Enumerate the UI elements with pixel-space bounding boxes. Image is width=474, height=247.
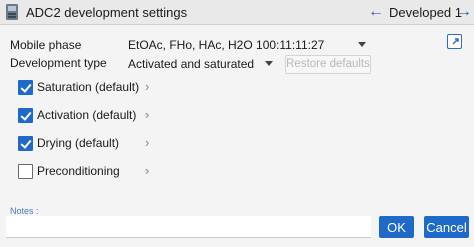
step-label: Saturation (default)	[37, 80, 140, 94]
chevron-right-icon[interactable]: ›	[145, 107, 149, 122]
checkbox-preconditioning[interactable]	[18, 164, 33, 179]
window-title: ADC2 development settings	[26, 5, 188, 20]
chevron-right-icon[interactable]: ›	[145, 163, 149, 178]
mobile-phase-select[interactable]: EtOAc, FHo, HAc, H2O 100:11:11:27	[128, 36, 368, 54]
checkbox-activation[interactable]	[18, 108, 33, 123]
chevron-right-icon[interactable]: ›	[145, 79, 149, 94]
development-type-label: Development type	[10, 56, 107, 70]
step-label: Activation (default)	[37, 108, 137, 122]
step-label: Drying (default)	[37, 136, 120, 150]
app-device-icon	[6, 4, 18, 20]
development-type-select[interactable]: Activated and saturated	[128, 55, 278, 73]
previous-arrow-icon[interactable]: ←	[367, 4, 385, 20]
development-type-value: Activated and saturated	[128, 57, 255, 71]
checkbox-saturation[interactable]	[18, 80, 33, 95]
next-arrow-icon[interactable]: →	[455, 4, 473, 20]
step-preconditioning[interactable]: Preconditioning ›	[14, 162, 164, 184]
current-step-label: Developed 1	[389, 5, 462, 20]
mobile-phase-label: Mobile phase	[10, 38, 82, 52]
notes-label: Notes :	[10, 206, 39, 216]
open-external-icon	[452, 37, 459, 44]
ok-button[interactable]: OK	[379, 216, 414, 238]
step-saturation[interactable]: Saturation (default) ›	[14, 78, 164, 100]
chevron-right-icon[interactable]: ›	[145, 135, 149, 150]
chevron-down-icon	[265, 61, 273, 66]
restore-defaults-button[interactable]: Restore defaults	[285, 55, 371, 74]
step-label: Preconditioning	[37, 164, 120, 178]
step-drying[interactable]: Drying (default) ›	[14, 134, 164, 156]
checkbox-drying[interactable]	[18, 136, 33, 151]
settings-window: ADC2 development settings ← Developed 1 …	[0, 0, 474, 247]
settings-body: Mobile phase EtOAc, FHo, HAc, H2O 100:11…	[0, 26, 474, 247]
cancel-button[interactable]: Cancel	[424, 216, 469, 238]
notes-input[interactable]	[6, 216, 371, 238]
mobile-phase-value: EtOAc, FHo, HAc, H2O 100:11:11:27	[128, 38, 325, 52]
step-activation[interactable]: Activation (default) ›	[14, 106, 164, 128]
title-bar: ADC2 development settings ← Developed 1 …	[0, 0, 474, 25]
chevron-down-icon	[358, 42, 366, 47]
open-external-button[interactable]	[447, 34, 462, 49]
